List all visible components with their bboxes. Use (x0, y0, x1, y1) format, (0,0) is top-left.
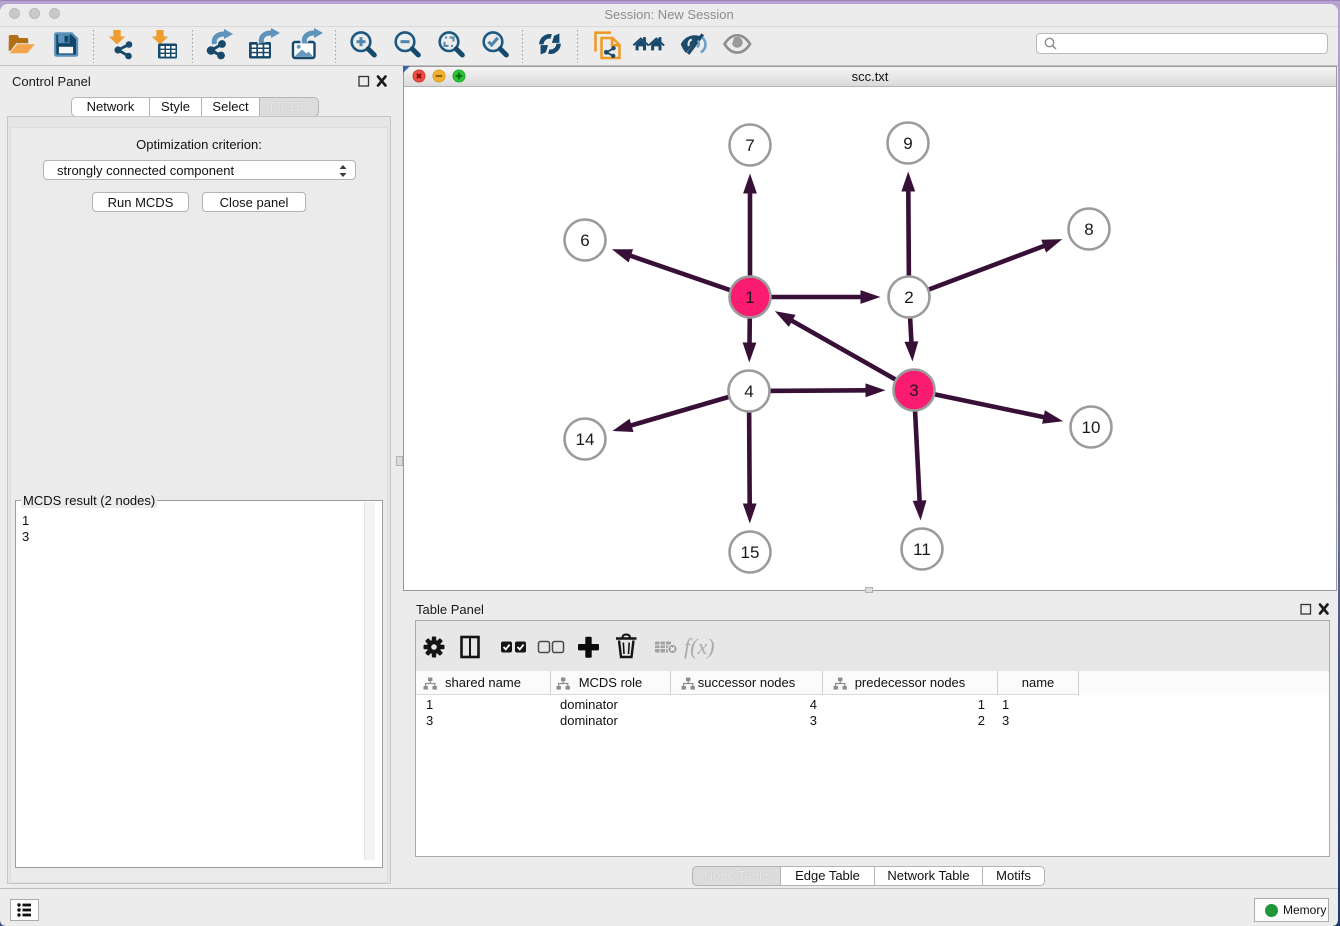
svg-text:8: 8 (1084, 220, 1093, 239)
svg-text:6: 6 (580, 231, 589, 250)
svg-text:3: 3 (909, 381, 918, 400)
svg-text:7: 7 (745, 136, 754, 155)
svg-text:2: 2 (904, 288, 913, 307)
svg-text:4: 4 (744, 382, 753, 401)
svg-text:11: 11 (913, 540, 931, 559)
svg-text:9: 9 (903, 134, 912, 153)
svg-text:15: 15 (741, 543, 760, 562)
svg-text:1: 1 (745, 288, 754, 307)
svg-text:f(x): f(x) (684, 634, 715, 659)
svg-text:10: 10 (1082, 418, 1101, 437)
svg-text:14: 14 (576, 430, 595, 449)
